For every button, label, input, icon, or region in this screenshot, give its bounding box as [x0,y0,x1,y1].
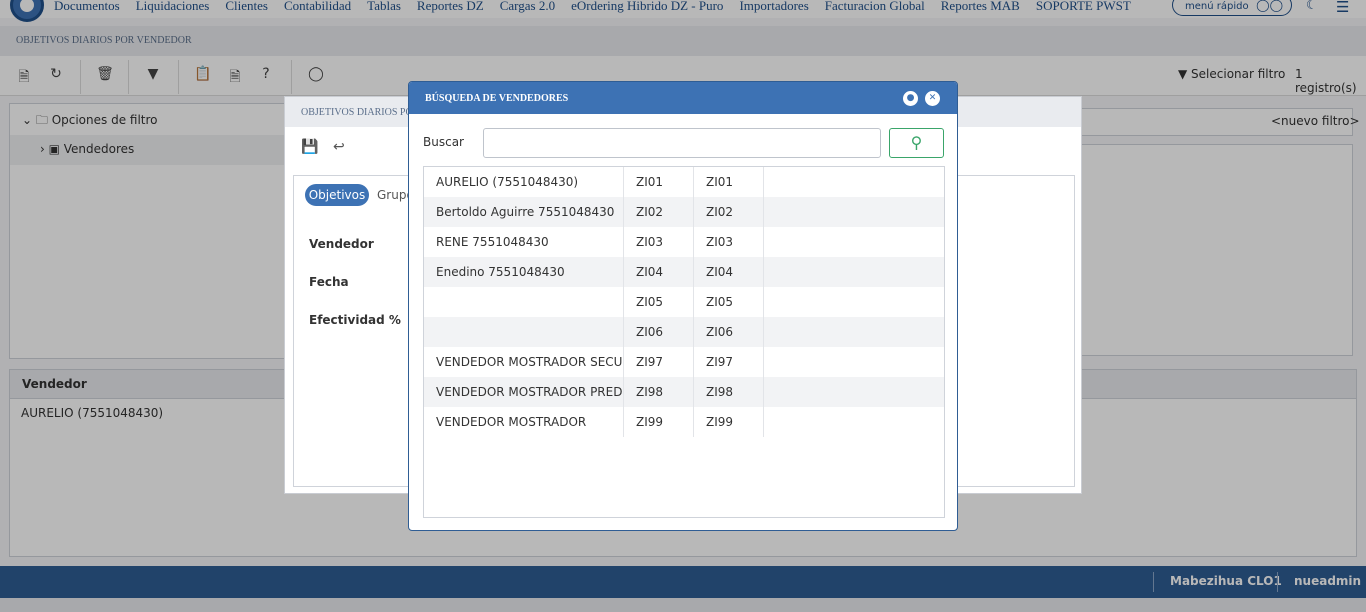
column-divider [623,167,624,437]
cell-code2: ZI99 [706,415,734,429]
cell-code2: ZI01 [706,175,734,189]
close-icon[interactable]: ✕ [925,91,940,106]
cell-name: VENDEDOR MOSTRADOR PREDETERMINADO [436,385,622,399]
vendor-search-modal: BÚSQUEDA DE VENDEDORES ● ✕ Buscar ⚲ AURE… [408,81,958,531]
cell-code: ZI04 [636,265,664,279]
column-divider [693,167,694,437]
label-efectividad: Efectividad % [309,313,401,327]
cell-name: RENE 7551048430 [436,235,549,249]
column-divider [763,167,764,437]
cell-name: Bertoldo Aguirre 7551048430 [436,205,615,219]
cell-code2: ZI02 [706,205,734,219]
search-button[interactable]: ⚲ [889,128,944,158]
table-row[interactable]: Bertoldo Aguirre 7551048430 ZI02 ZI02 [424,197,944,227]
cell-name: AURELIO (7551048430) [436,175,579,189]
cell-code2: ZI03 [706,235,734,249]
table-row[interactable]: VENDEDOR MOSTRADOR SECUNDARIO ZI97 ZI97 [424,347,944,377]
cell-code2: ZI98 [706,385,734,399]
cell-code: ZI98 [636,385,664,399]
label-vendedor: Vendedor [309,237,374,251]
table-row[interactable]: Enedino 7551048430 ZI04 ZI04 [424,257,944,287]
cell-name: VENDEDOR MOSTRADOR [436,415,587,429]
table-row[interactable]: VENDEDOR MOSTRADOR PREDETERMINADO ZI98 Z… [424,377,944,407]
cell-name: Enedino 7551048430 [436,265,565,279]
cell-code: ZI02 [636,205,664,219]
modal-title: BÚSQUEDA DE VENDEDORES [425,93,569,104]
cell-name: VENDEDOR MOSTRADOR SECUNDARIO [436,355,622,369]
cell-code: ZI97 [636,355,664,369]
save-icon[interactable]: 💾 [301,139,318,155]
cell-code2: ZI05 [706,295,734,309]
table-row[interactable]: AURELIO (7551048430) ZI01 ZI01 [424,167,944,197]
search-input[interactable] [483,128,881,158]
table-row[interactable]: ZI05 ZI05 [424,287,944,317]
cell-code: ZI01 [636,175,664,189]
settings-icon[interactable]: ● [903,91,918,106]
table-row[interactable]: ZI06 ZI06 [424,317,944,347]
cell-code2: ZI97 [706,355,734,369]
search-label: Buscar [423,135,464,149]
cell-code2: ZI04 [706,265,734,279]
cell-code2: ZI06 [706,325,734,339]
label-fecha: Fecha [309,275,349,289]
tab-objetivos[interactable]: Objetivos [305,184,369,206]
return-icon[interactable]: ↩ [333,139,345,155]
table-row[interactable]: VENDEDOR MOSTRADOR ZI99 ZI99 [424,407,944,437]
modal-header: BÚSQUEDA DE VENDEDORES ● ✕ [409,82,957,114]
cell-code: ZI03 [636,235,664,249]
cell-code: ZI06 [636,325,664,339]
search-icon: ⚲ [910,133,923,152]
vendor-results-table: AURELIO (7551048430) ZI01 ZI01 Bertoldo … [423,166,945,518]
cell-code: ZI99 [636,415,664,429]
cell-code: ZI05 [636,295,664,309]
table-row[interactable]: RENE 7551048430 ZI03 ZI03 [424,227,944,257]
